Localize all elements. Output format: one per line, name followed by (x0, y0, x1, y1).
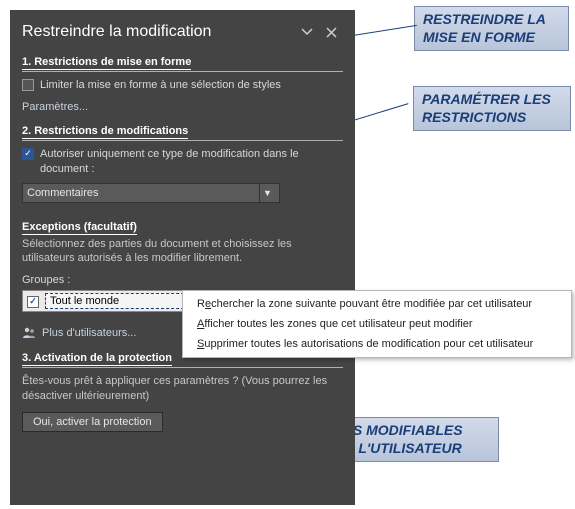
activation-description: Êtes-vous prêt à appliquer ces paramètre… (22, 374, 343, 404)
menu-find-next-region[interactable]: Rechercher la zone suivante pouvant être… (183, 294, 571, 314)
section1-header: 1. Restrictions de mise en forme (22, 56, 343, 70)
more-users-label: Plus d'utilisateurs... (42, 327, 136, 339)
divider (22, 367, 343, 368)
panel-title: Restreindre la modification (22, 23, 295, 41)
menu-remove-all-permissions[interactable]: Supprimer toutes les autorisations de mo… (183, 334, 571, 354)
menu-show-all-regions[interactable]: Afficher toutes les zones que cet utilis… (183, 314, 571, 334)
chevron-down-icon (301, 26, 313, 38)
restrict-editing-panel: Restreindre la modification 1. Restricti… (10, 10, 355, 505)
close-icon (326, 27, 337, 38)
group-everyone-checkbox[interactable]: ✓ (27, 296, 39, 308)
callout-set-restrictions: PARAMÉTRER LES RESTRICTIONS (413, 86, 571, 131)
limit-formatting-checkbox[interactable] (22, 79, 34, 91)
formatting-settings-link[interactable]: Paramètres... (22, 101, 343, 113)
limit-formatting-label: Limiter la mise en forme à une sélection… (40, 78, 281, 93)
allow-editing-label: Autoriser uniquement ce type de modifica… (40, 147, 343, 177)
user-context-menu: Rechercher la zone suivante pouvant être… (182, 290, 572, 358)
section2-header: 2. Restrictions de modifications (22, 125, 343, 139)
user-icon (22, 326, 36, 340)
divider (22, 140, 343, 141)
divider (22, 71, 343, 72)
chevron-down-icon: ▼ (259, 184, 275, 202)
exceptions-header: Exceptions (facultatif) (22, 221, 343, 233)
exceptions-description: Sélectionnez des parties du document et … (22, 237, 343, 267)
groups-label: Groupes : (22, 274, 343, 286)
close-button[interactable] (319, 20, 343, 44)
editing-type-dropdown[interactable]: Commentaires ▼ (22, 183, 280, 203)
callout-restrict-formatting: RESTREINDRE LA MISE EN FORME (414, 6, 569, 51)
activate-protection-button[interactable]: Oui, activer la protection (22, 412, 163, 432)
collapse-button[interactable] (295, 20, 319, 44)
dropdown-value: Commentaires (27, 187, 99, 199)
allow-editing-checkbox[interactable]: ✓ (22, 148, 34, 160)
